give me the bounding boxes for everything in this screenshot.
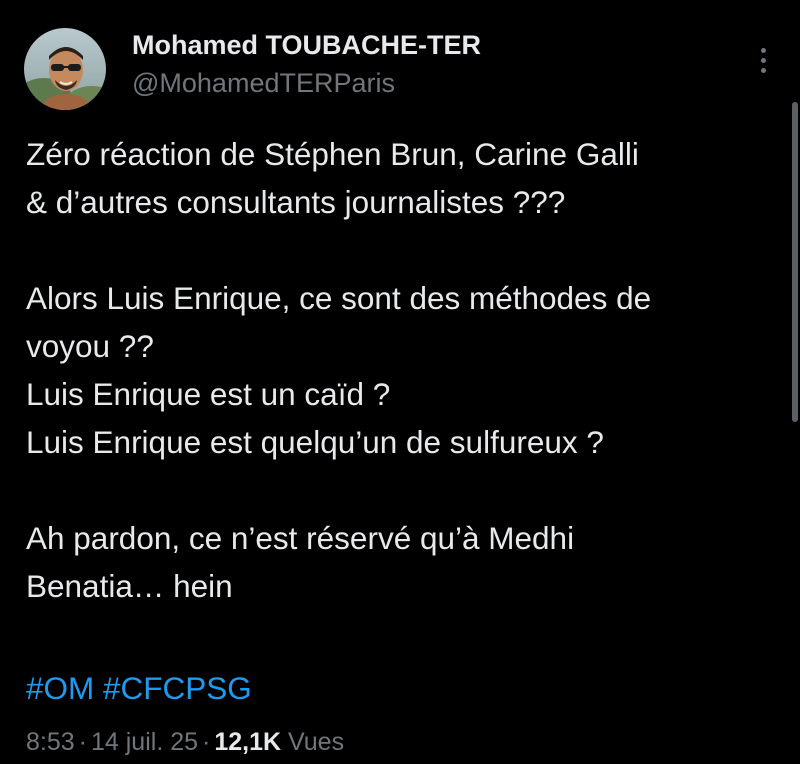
tweet-text-line: Benatia… hein (26, 568, 233, 604)
tweet-text: Zéro réaction de Stéphen Brun, Carine Ga… (26, 130, 786, 610)
avatar-image (24, 28, 106, 110)
tweet-time[interactable]: 8:53 (26, 728, 75, 756)
more-vertical-icon (760, 67, 766, 73)
tweet-meta: 8:53 · 14 juil. 25 · 12,1K Vues (26, 728, 344, 757)
tweet: Mohamed TOUBACHE-TER @MohamedTERParis Zé… (0, 0, 800, 764)
scrollbar[interactable] (792, 102, 798, 422)
avatar[interactable] (24, 28, 106, 110)
more-vertical-icon (760, 57, 766, 63)
hashtags: #OM #CFCPSG (26, 664, 252, 712)
tweet-text-line: Alors Luis Enrique, ce sont des méthodes… (26, 280, 652, 316)
tweet-date[interactable]: 14 juil. 25 (91, 728, 198, 756)
meta-separator: · (78, 728, 87, 756)
user-handle[interactable]: @MohamedTERParis (132, 68, 395, 99)
meta-separator: · (202, 728, 211, 756)
tweet-text-line: Zéro réaction de Stéphen Brun, Carine Ga… (26, 136, 639, 172)
tweet-text-line: & d’autres consultants journalistes ??? (26, 184, 566, 220)
hashtag-link[interactable]: #OM (26, 670, 94, 706)
tweet-text-line: Luis Enrique est un caïd ? (26, 376, 391, 412)
tweet-text-line: Luis Enrique est quelqu’un de sulfureux … (26, 424, 604, 460)
tweet-text-line: Ah pardon, ce n’est réservé qu’à Medhi (26, 520, 575, 556)
more-options-button[interactable] (748, 40, 778, 80)
hashtag-link[interactable]: #CFCPSG (103, 670, 252, 706)
more-vertical-icon (760, 47, 766, 53)
tweet-text-line: voyou ?? (26, 328, 154, 364)
views-label: Vues (288, 728, 345, 756)
display-name[interactable]: Mohamed TOUBACHE-TER (132, 30, 481, 61)
views-count[interactable]: 12,1K (214, 728, 281, 756)
